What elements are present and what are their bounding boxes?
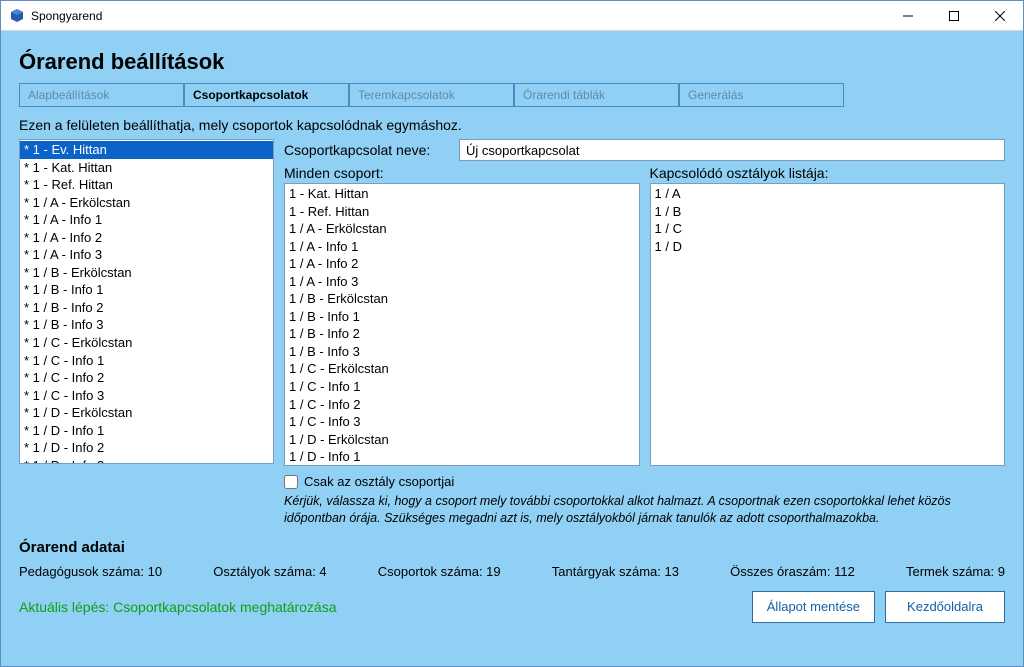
name-row: Csoportkapcsolat neve:	[284, 139, 1005, 161]
linked-classes-col: Kapcsolódó osztályok listája: 1 / A1 / B…	[650, 165, 1006, 466]
stat-teachers: Pedagógusok száma: 10	[19, 564, 162, 579]
all-groups-col: Minden csoport: 1 - Kat. Hittan1 - Ref. …	[284, 165, 640, 466]
stat-subjects: Tantárgyak száma: 13	[552, 564, 679, 579]
columns: Minden csoport: 1 - Kat. Hittan1 - Ref. …	[284, 165, 1005, 466]
all-groups-list[interactable]: 1 - Kat. Hittan1 - Ref. Hittan1 / A - Er…	[284, 183, 640, 466]
content-area: Órarend beállítások AlapbeállításokCsopo…	[1, 31, 1023, 666]
tab-teremkapcsolatok[interactable]: Teremkapcsolatok	[349, 83, 514, 107]
list-item[interactable]: * 1 / B - Info 2	[20, 299, 273, 317]
list-item[interactable]: * 1 / C - Info 3	[20, 387, 273, 405]
list-item[interactable]: * 1 - Ref. Hittan	[20, 176, 273, 194]
list-item[interactable]: * 1 / A - Info 2	[20, 229, 273, 247]
tab--rarendi-t-bl-k[interactable]: Órarendi táblák	[514, 83, 679, 107]
name-label: Csoportkapcsolat neve:	[284, 142, 449, 158]
list-item[interactable]: * 1 / D - Info 2	[20, 439, 273, 457]
left-panel: * 1 - Ev. Hittan* 1 - Kat. Hittan* 1 - R…	[19, 139, 274, 527]
hint-text: Kérjük, válassza ki, hogy a csoport mely…	[284, 493, 1005, 527]
only-class-label: Csak az osztály csoportjai	[304, 474, 454, 489]
home-button[interactable]: Kezdőoldalra	[885, 591, 1005, 623]
all-groups-label: Minden csoport:	[284, 165, 640, 181]
work-area: * 1 - Ev. Hittan* 1 - Kat. Hittan* 1 - R…	[19, 139, 1005, 527]
list-item[interactable]: 1 / B - Info 3	[285, 343, 639, 361]
tab-bar: AlapbeállításokCsoportkapcsolatokTeremka…	[19, 83, 1005, 107]
window-title: Spongyarend	[31, 9, 885, 23]
list-item[interactable]: * 1 / C - Info 1	[20, 352, 273, 370]
tab-alapbe-ll-t-sok[interactable]: Alapbeállítások	[19, 83, 184, 107]
right-panel: Csoportkapcsolat neve: Minden csoport: 1…	[284, 139, 1005, 527]
list-item[interactable]: * 1 / B - Erkölcstan	[20, 264, 273, 282]
list-item[interactable]: 1 / C - Info 2	[285, 396, 639, 414]
list-item[interactable]: * 1 / A - Info 1	[20, 211, 273, 229]
stat-classes: Osztályok száma: 4	[213, 564, 326, 579]
stat-groups: Csoportok száma: 19	[378, 564, 501, 579]
intro-text: Ezen a felületen beállíthatja, mely csop…	[19, 117, 1005, 133]
linked-classes-label: Kapcsolódó osztályok listája:	[650, 165, 1006, 181]
stat-rooms: Termek száma: 9	[906, 564, 1005, 579]
list-item[interactable]: * 1 / A - Erkölcstan	[20, 194, 273, 212]
only-class-row: Csak az osztály csoportjai	[284, 474, 1005, 489]
list-item[interactable]: 1 / C - Info 1	[285, 378, 639, 396]
list-item[interactable]: * 1 / D - Info 1	[20, 422, 273, 440]
list-item[interactable]: * 1 / A - Info 3	[20, 246, 273, 264]
close-button[interactable]	[977, 1, 1023, 31]
list-item[interactable]: 1 / B - Info 1	[285, 308, 639, 326]
list-item[interactable]: 1 / C - Info 3	[285, 413, 639, 431]
minimize-button[interactable]	[885, 1, 931, 31]
linked-classes-list[interactable]: 1 / A1 / B1 / C1 / D	[650, 183, 1006, 466]
list-item[interactable]: 1 / A	[651, 185, 1005, 203]
list-item[interactable]: 1 / D - Info 1	[285, 448, 639, 466]
list-item[interactable]: 1 / C - Erkölcstan	[285, 360, 639, 378]
list-item[interactable]: * 1 / B - Info 1	[20, 281, 273, 299]
list-item[interactable]: * 1 / D - Erkölcstan	[20, 404, 273, 422]
list-item[interactable]: * 1 / B - Info 3	[20, 316, 273, 334]
list-item[interactable]: 1 - Kat. Hittan	[285, 185, 639, 203]
app-icon	[9, 8, 25, 24]
list-item[interactable]: 1 / B - Erkölcstan	[285, 290, 639, 308]
status-text: Aktuális lépés: Csoportkapcsolatok megha…	[19, 599, 337, 615]
list-item[interactable]: 1 / B	[651, 203, 1005, 221]
stats-row: Pedagógusok száma: 10 Osztályok száma: 4…	[19, 564, 1005, 579]
list-item[interactable]: * 1 / C - Erkölcstan	[20, 334, 273, 352]
list-item[interactable]: 1 / A - Erkölcstan	[285, 220, 639, 238]
list-item[interactable]: 1 - Ref. Hittan	[285, 203, 639, 221]
list-item[interactable]: 1 / B - Info 2	[285, 325, 639, 343]
maximize-button[interactable]	[931, 1, 977, 31]
list-item[interactable]: 1 / D	[651, 238, 1005, 256]
list-item[interactable]: 1 / A - Info 2	[285, 255, 639, 273]
page-title: Órarend beállítások	[19, 49, 1005, 75]
list-item[interactable]: 1 / D - Erkölcstan	[285, 431, 639, 449]
titlebar: Spongyarend	[1, 1, 1023, 31]
tab-csoportkapcsolatok[interactable]: Csoportkapcsolatok	[184, 83, 349, 107]
bottom-bar: Aktuális lépés: Csoportkapcsolatok megha…	[19, 591, 1005, 623]
list-item[interactable]: 1 / A - Info 1	[285, 238, 639, 256]
stat-hours: Összes óraszám: 112	[730, 564, 855, 579]
save-state-button[interactable]: Állapot mentése	[752, 591, 875, 623]
list-item[interactable]: * 1 / C - Info 2	[20, 369, 273, 387]
list-item[interactable]: * 1 - Ev. Hittan	[20, 141, 273, 159]
app-window: Spongyarend Órarend beállítások Alapbeál…	[0, 0, 1024, 667]
list-item[interactable]: * 1 / D - Info 3	[20, 457, 273, 464]
list-item[interactable]: 1 / A - Info 3	[285, 273, 639, 291]
list-item[interactable]: 1 / C	[651, 220, 1005, 238]
stats-title: Órarend adatai	[19, 539, 1005, 556]
group-relations-list[interactable]: * 1 - Ev. Hittan* 1 - Kat. Hittan* 1 - R…	[19, 139, 274, 464]
tab-gener-l-s[interactable]: Generálás	[679, 83, 844, 107]
window-controls	[885, 1, 1023, 31]
relation-name-input[interactable]	[459, 139, 1005, 161]
only-class-checkbox[interactable]	[284, 475, 298, 489]
list-item[interactable]: * 1 - Kat. Hittan	[20, 159, 273, 177]
